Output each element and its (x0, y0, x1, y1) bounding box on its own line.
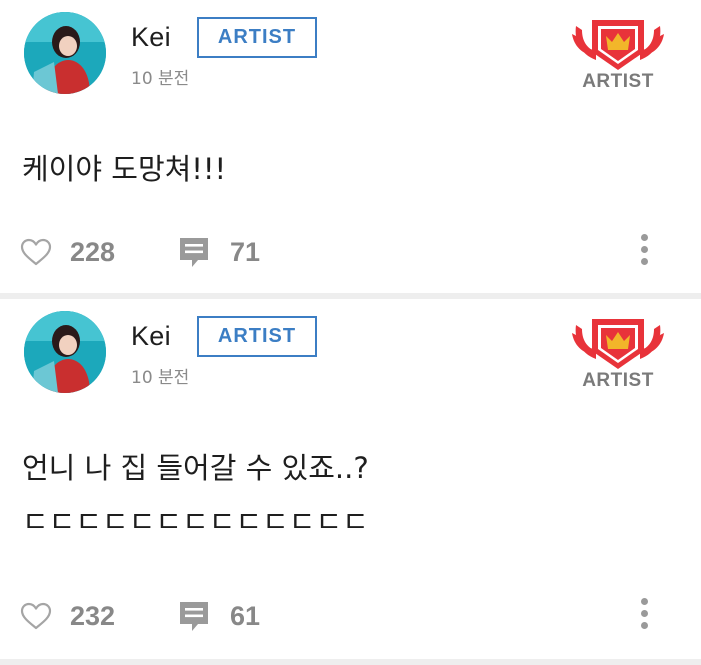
emblem-label: ARTIST (582, 71, 654, 92)
comment-count: 61 (230, 600, 261, 631)
post-text: 언니 나 집 들어갈 수 있죠..? ㄷㄷㄷㄷㄷㄷㄷㄷㄷㄷㄷㄷㄷ (22, 441, 672, 549)
post-text-line: 케이야 도망쳐!!! (22, 152, 227, 186)
post-timestamp: 10 분전 (131, 69, 190, 89)
post-card: Kei ARTIST 10 분전 ARTIST 케이야 도망쳐!!! 228 7… (0, 0, 701, 293)
like-button[interactable]: 228 (20, 232, 130, 272)
artist-badge: ARTIST (197, 316, 317, 357)
artist-badge: ARTIST (197, 17, 317, 58)
emblem-label: ARTIST (582, 370, 654, 391)
more-vertical-icon[interactable] (634, 234, 654, 270)
speech-bubble-icon (180, 602, 208, 631)
more-vertical-icon[interactable] (634, 598, 654, 634)
post-text: 케이야 도망쳐!!! (22, 142, 672, 196)
speech-bubble-icon (180, 238, 208, 267)
like-count: 232 (70, 600, 116, 631)
post-actions: 228 71 (0, 232, 701, 272)
heart-outline-icon (20, 238, 52, 266)
like-count: 228 (70, 236, 116, 267)
avatar[interactable] (24, 311, 106, 393)
heart-outline-icon (20, 602, 52, 630)
like-button[interactable]: 232 (20, 596, 130, 636)
post-timestamp: 10 분전 (131, 368, 190, 388)
artist-emblem: ARTIST (572, 315, 664, 395)
author-name[interactable]: Kei (131, 321, 171, 352)
author-name[interactable]: Kei (131, 22, 171, 53)
winged-crown-shield-icon (572, 319, 664, 369)
comment-button[interactable]: 71 (178, 232, 288, 272)
post-actions: 232 61 (0, 596, 701, 636)
avatar[interactable] (24, 12, 106, 94)
post-text-line: ㄷㄷㄷㄷㄷㄷㄷㄷㄷㄷㄷㄷㄷ (22, 505, 369, 539)
artist-emblem: ARTIST (572, 16, 664, 96)
post-divider (0, 659, 701, 665)
post-text-line: 언니 나 집 들어갈 수 있죠..? (22, 451, 369, 485)
comment-button[interactable]: 61 (178, 596, 288, 636)
post-feed: Kei ARTIST 10 분전 ARTIST 케이야 도망쳐!!! 228 7… (0, 0, 701, 665)
winged-crown-shield-icon (572, 20, 664, 70)
comment-count: 71 (230, 236, 261, 267)
